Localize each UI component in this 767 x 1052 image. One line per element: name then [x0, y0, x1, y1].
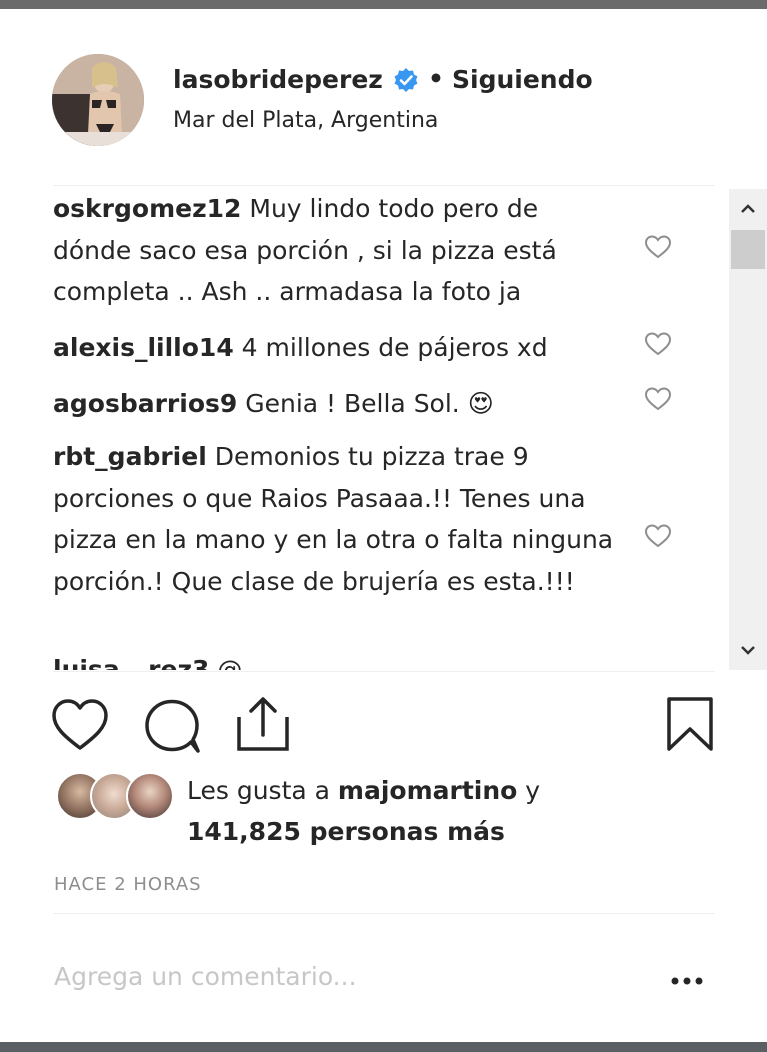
scroll-down-button[interactable] [729, 636, 767, 664]
comments-divider [53, 671, 715, 672]
comment-text: @... [217, 655, 267, 670]
chevron-down-icon [741, 646, 755, 655]
comment-username[interactable]: luisa...rez3 [53, 655, 209, 670]
post-timestamp[interactable]: HACE 2 HORAS [54, 874, 202, 895]
comment-username[interactable]: alexis_lillo14 [53, 333, 234, 362]
comment-like-heart-icon[interactable] [644, 234, 672, 260]
comment-item: agosbarrios9 Genia ! Bella Sol. 😍 [53, 383, 623, 425]
comment-text: 4 millones de pájeros xd [241, 333, 548, 362]
username-link[interactable]: lasobrideperez [173, 65, 383, 94]
post-header: lasobrideperez • Siguiendo Mar del Plata… [0, 9, 767, 184]
scroll-up-button[interactable] [729, 195, 767, 223]
add-comment-input[interactable]: Agrega un comentario... [54, 962, 357, 991]
likes-conjunction: y [525, 776, 541, 805]
comment-like-heart-icon[interactable] [644, 331, 672, 357]
comment-item: rbt_gabriel Demonios tu pizza trae 9 por… [53, 436, 623, 602]
chevron-up-icon [741, 204, 755, 213]
likes-summary: Les gusta a majomartino y 141,825 person… [187, 770, 637, 852]
likes-prefix: Les gusta a [187, 776, 330, 805]
comment-like-heart-icon[interactable] [644, 523, 672, 549]
window-top-bar [0, 0, 767, 9]
action-bar [0, 690, 767, 760]
liker-avatar [126, 772, 174, 820]
comment-username[interactable]: rbt_gabriel [53, 442, 207, 471]
comment-like-heart-icon[interactable] [644, 386, 672, 412]
window-bottom-bar [0, 1042, 767, 1052]
avatar[interactable] [52, 54, 144, 146]
verified-badge-icon [394, 68, 418, 92]
bookmark-icon[interactable] [665, 695, 715, 753]
more-icon[interactable] [667, 966, 707, 996]
comments-scrollbar[interactable] [729, 189, 767, 670]
share-icon[interactable] [235, 695, 291, 753]
likes-count[interactable]: 141,825 personas más [187, 817, 505, 846]
comment-item: alexis_lillo14 4 millones de pájeros xd [53, 327, 623, 369]
location-link[interactable]: Mar del Plata, Argentina [173, 108, 438, 133]
comment-username[interactable]: oskrgomez12 [53, 194, 241, 223]
heart-icon[interactable] [50, 697, 110, 753]
heart-eyes-emoji: 😍 [467, 389, 494, 418]
comment-item: oskrgomez12 Muy lindo todo pero de dónde… [53, 188, 623, 313]
scrollbar-thumb[interactable] [731, 230, 765, 269]
following-button[interactable]: Siguiendo [452, 65, 593, 94]
likers-avatars[interactable] [56, 772, 186, 822]
comments-list: oskrgomez12 Muy lindo todo pero de dónde… [0, 187, 730, 670]
header-divider [53, 185, 715, 186]
comment-item: luisa...rez3 @... [53, 649, 623, 670]
footer-divider [53, 913, 715, 914]
separator-dot: • [428, 64, 444, 93]
liker-username-link[interactable]: majomartino [338, 776, 517, 805]
comment-username[interactable]: agosbarrios9 [53, 389, 237, 418]
comment-icon[interactable] [142, 697, 202, 755]
comment-text: Genia ! Bella Sol. [245, 389, 460, 418]
